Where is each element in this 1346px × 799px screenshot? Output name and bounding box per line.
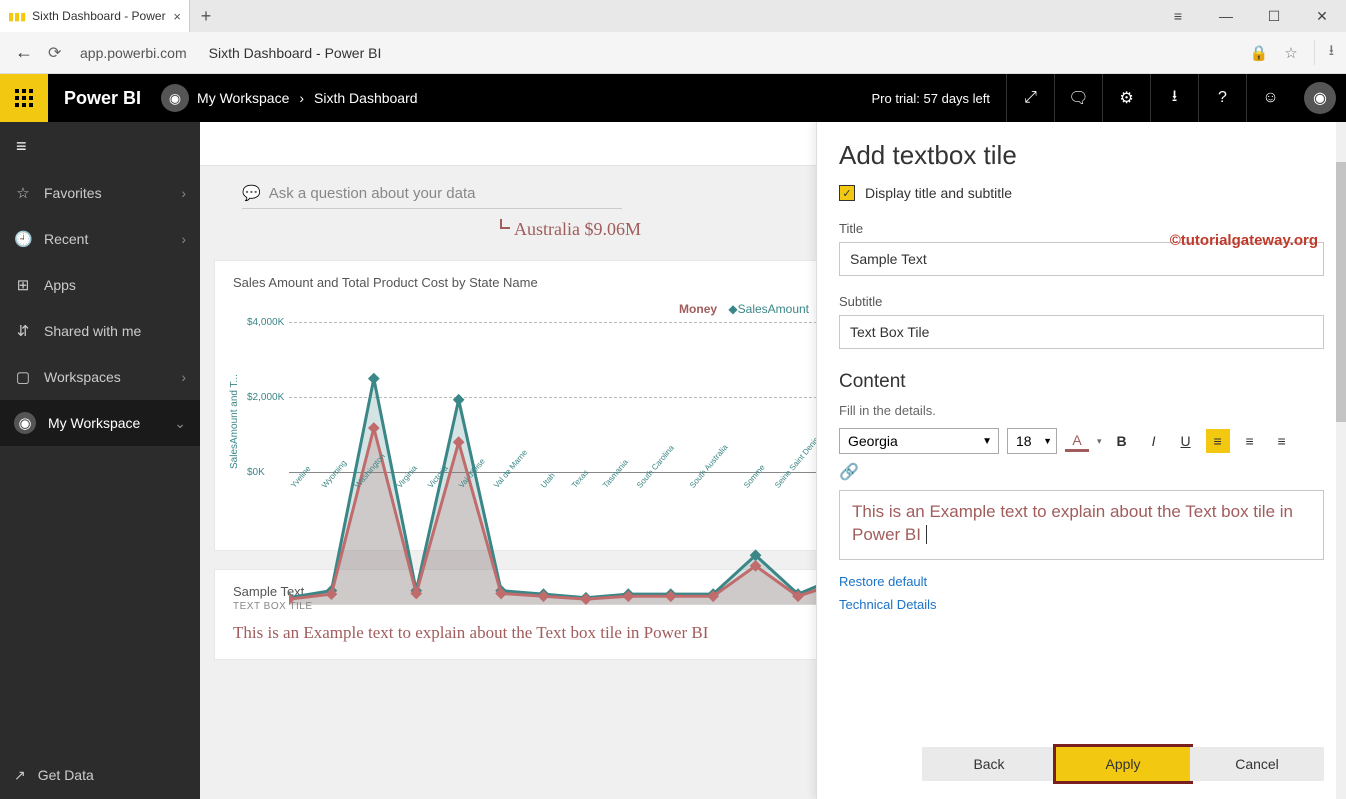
sidebar-item-recent[interactable]: 🕘 Recent › — [0, 216, 200, 262]
checkbox-label: Display title and subtitle — [865, 185, 1012, 201]
app-header: Power BI ◉ My Workspace › Sixth Dashboar… — [0, 74, 1346, 122]
content-editor[interactable]: This is an Example text to explain about… — [839, 490, 1324, 560]
back-button[interactable]: Back — [922, 747, 1056, 781]
back-icon[interactable]: ← — [12, 42, 36, 63]
breadcrumb-separator: › — [299, 90, 304, 106]
clock-icon: 🕘 — [14, 230, 32, 248]
content-heading: Content — [839, 371, 1324, 393]
window-controls: ≡ — ☐ ✕ — [1154, 0, 1346, 32]
smile-icon[interactable]: ☺ — [1246, 74, 1294, 122]
maximize-icon[interactable]: ☐ — [1250, 8, 1298, 25]
subtitle-input[interactable] — [839, 315, 1324, 349]
display-title-checkbox[interactable]: ✓ Display title and subtitle — [839, 185, 1324, 201]
sidebar-item-label: Favorites — [44, 185, 102, 201]
workspace-avatar-icon[interactable]: ◉ — [161, 84, 189, 112]
new-tab-button[interactable]: + — [190, 0, 222, 32]
stack-icon: ▢ — [14, 368, 32, 386]
qa-placeholder: Ask a question about your data — [269, 185, 476, 202]
browser-tab-strip: ▮▮▮ Sixth Dashboard - Power × + ≡ — ☐ ✕ — [0, 0, 1346, 32]
font-color-button[interactable]: A — [1065, 430, 1089, 452]
app-launcher-icon[interactable] — [0, 74, 48, 122]
chevron-down-icon: ⌄ — [174, 415, 186, 432]
reload-icon[interactable]: ⟳ — [48, 43, 68, 63]
chat-icon: 💬 — [242, 184, 261, 202]
align-left-button[interactable]: ≡ — [1206, 429, 1230, 453]
star-icon: ☆ — [14, 184, 32, 202]
address-bar: ← ⟳ app.powerbi.com Sixth Dashboard - Po… — [0, 32, 1346, 74]
underline-button[interactable]: U — [1174, 429, 1198, 453]
sidebar-item-label: Recent — [44, 231, 88, 247]
url-host[interactable]: app.powerbi.com — [80, 45, 187, 61]
content-hint: Fill in the details. — [839, 403, 1324, 418]
restore-default-link[interactable]: Restore default — [839, 574, 1324, 589]
sidebar-item-label: Shared with me — [44, 323, 141, 339]
share-icon: ⇵ — [14, 322, 32, 340]
cancel-button[interactable]: Cancel — [1190, 747, 1324, 781]
chevron-right-icon: › — [181, 185, 186, 201]
breadcrumb-dashboard[interactable]: Sixth Dashboard — [314, 90, 418, 106]
trial-status: Pro trial: 57 days left — [856, 91, 1007, 106]
pane-scrollbar[interactable] — [1336, 122, 1346, 799]
browser-tab[interactable]: ▮▮▮ Sixth Dashboard - Power × — [0, 0, 190, 32]
subtitle-label: Subtitle — [839, 294, 1324, 309]
y-axis-label: SalesAmount and T... — [229, 322, 245, 522]
comments-icon[interactable]: 🗨 — [1054, 74, 1102, 122]
url-path: Sixth Dashboard - Power BI — [209, 45, 382, 61]
get-data-label: Get Data — [38, 767, 94, 783]
breadcrumb: My Workspace › Sixth Dashboard — [197, 90, 418, 106]
help-icon[interactable]: ? — [1198, 74, 1246, 122]
close-window-icon[interactable]: ✕ — [1298, 8, 1346, 25]
add-textbox-pane: Add textbox tile ✓ Display title and sub… — [816, 122, 1346, 799]
technical-details-link[interactable]: Technical Details — [839, 597, 1324, 612]
sidebar-item-label: Apps — [44, 277, 76, 293]
font-size-select[interactable]: 18▼ — [1007, 428, 1057, 454]
format-toolbar: Georgia▼ 18▼ A ▾ B I U ≡ ≡ ≡ — [839, 428, 1324, 454]
star-icon[interactable]: ☆ — [1284, 44, 1297, 62]
menu-icon[interactable]: ≡ — [1154, 8, 1202, 24]
breadcrumb-workspace[interactable]: My Workspace — [197, 90, 289, 106]
arrow-icon: ↗ — [14, 767, 26, 784]
sidebar-item-label: Workspaces — [44, 369, 121, 385]
sidebar: ≡ ☆ Favorites › 🕘 Recent › ⊞ Apps ⇵ Shar… — [0, 122, 200, 799]
brand-label: Power BI — [64, 88, 141, 109]
minimize-icon[interactable]: — — [1202, 8, 1250, 24]
hamburger-icon[interactable]: ≡ — [0, 122, 200, 170]
fullscreen-icon[interactable]: ⤢ — [1006, 74, 1054, 122]
lock-icon[interactable]: 🔒 — [1250, 44, 1269, 62]
chevron-right-icon: › — [181, 369, 186, 385]
align-right-button[interactable]: ≡ — [1270, 429, 1294, 453]
align-center-button[interactable]: ≡ — [1238, 429, 1262, 453]
checkbox-checked-icon: ✓ — [839, 185, 855, 201]
tab-favicon: ▮▮▮ — [8, 10, 26, 23]
user-avatar-icon[interactable]: ◉ — [1304, 82, 1336, 114]
sidebar-item-my-workspace[interactable]: ◉ My Workspace ⌄ — [0, 400, 200, 446]
apply-button[interactable]: Apply — [1056, 747, 1190, 781]
avatar-icon: ◉ — [14, 412, 36, 434]
insert-link-button[interactable]: 🔗 — [839, 462, 1324, 482]
chevron-right-icon: › — [181, 231, 186, 247]
sidebar-item-shared[interactable]: ⇵ Shared with me — [0, 308, 200, 354]
settings-icon[interactable]: ⚙ — [1102, 74, 1150, 122]
download-icon[interactable]: ⭳ — [1150, 74, 1198, 122]
sidebar-item-workspaces[interactable]: ▢ Workspaces › — [0, 354, 200, 400]
pane-heading: Add textbox tile — [839, 140, 1324, 171]
download-icon[interactable]: ⭳ — [1314, 40, 1334, 65]
sidebar-item-apps[interactable]: ⊞ Apps — [0, 262, 200, 308]
dropdown-caret-icon[interactable]: ▾ — [1097, 436, 1102, 447]
font-select[interactable]: Georgia▼ — [839, 428, 999, 454]
qa-input[interactable]: 💬 Ask a question about your data — [242, 178, 622, 209]
sidebar-item-label: My Workspace — [48, 415, 140, 431]
apps-icon: ⊞ — [14, 276, 32, 294]
tab-title: Sixth Dashboard - Power — [32, 9, 165, 23]
caret-down-icon: ▼ — [982, 436, 992, 447]
close-tab-icon[interactable]: × — [173, 9, 181, 24]
pane-footer: Back Apply Cancel — [839, 727, 1324, 781]
bold-button[interactable]: B — [1110, 429, 1134, 453]
get-data-button[interactable]: ↗ Get Data — [0, 751, 200, 799]
italic-button[interactable]: I — [1142, 429, 1166, 453]
watermark: ©tutorialgateway.org — [1170, 232, 1318, 249]
sidebar-item-favorites[interactable]: ☆ Favorites › — [0, 170, 200, 216]
caret-down-icon: ▼ — [1043, 436, 1052, 446]
